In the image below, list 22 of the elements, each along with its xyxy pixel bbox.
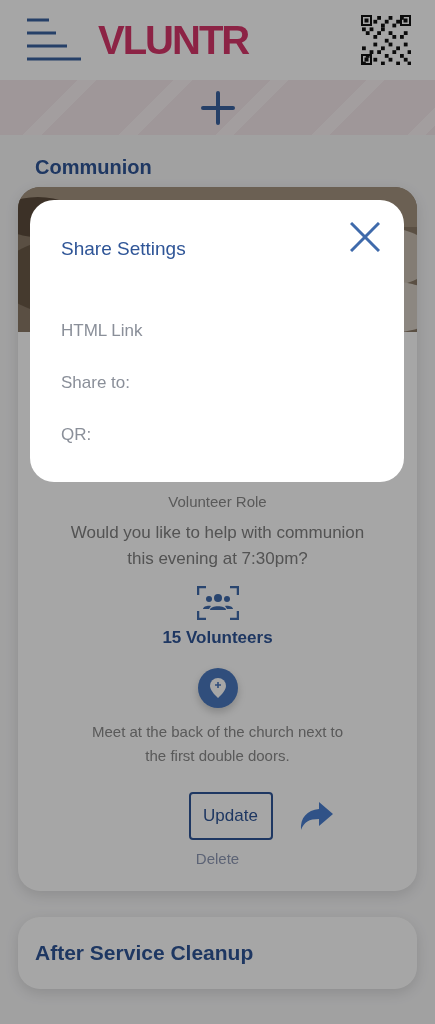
group-icon — [196, 586, 239, 620]
close-icon[interactable] — [350, 222, 380, 252]
volunteer-role: Volunteer Role — [168, 493, 267, 510]
volunteer-count: 15 Volunteers — [162, 628, 273, 648]
add-icon[interactable] — [200, 90, 235, 125]
event-title: After Service Cleanup — [35, 941, 254, 965]
share-icon[interactable] — [298, 802, 333, 830]
field-label: QR: — [61, 425, 93, 446]
update-button[interactable]: Update — [188, 792, 273, 840]
field-label: HTML Link — [61, 321, 144, 342]
section-title: Communion — [35, 155, 153, 180]
dialog-title: Share Settings — [61, 237, 187, 261]
field-label: Share to: — [61, 373, 131, 394]
meeting-location: Meet at the back of the church next to the first double doors. — [91, 722, 344, 766]
event-card[interactable]: After Service Cleanup — [18, 917, 417, 989]
delete-button[interactable]: Delete — [195, 850, 240, 867]
qr-code-icon[interactable] — [361, 15, 411, 65]
add-location-button[interactable] — [197, 668, 238, 708]
menu-icon[interactable] — [26, 18, 82, 62]
location-pin-icon — [209, 678, 226, 698]
app-logo: VLUNTR — [98, 20, 249, 60]
event-description: Would you like to help with communion this evening at 7:30pm? — [69, 522, 366, 570]
